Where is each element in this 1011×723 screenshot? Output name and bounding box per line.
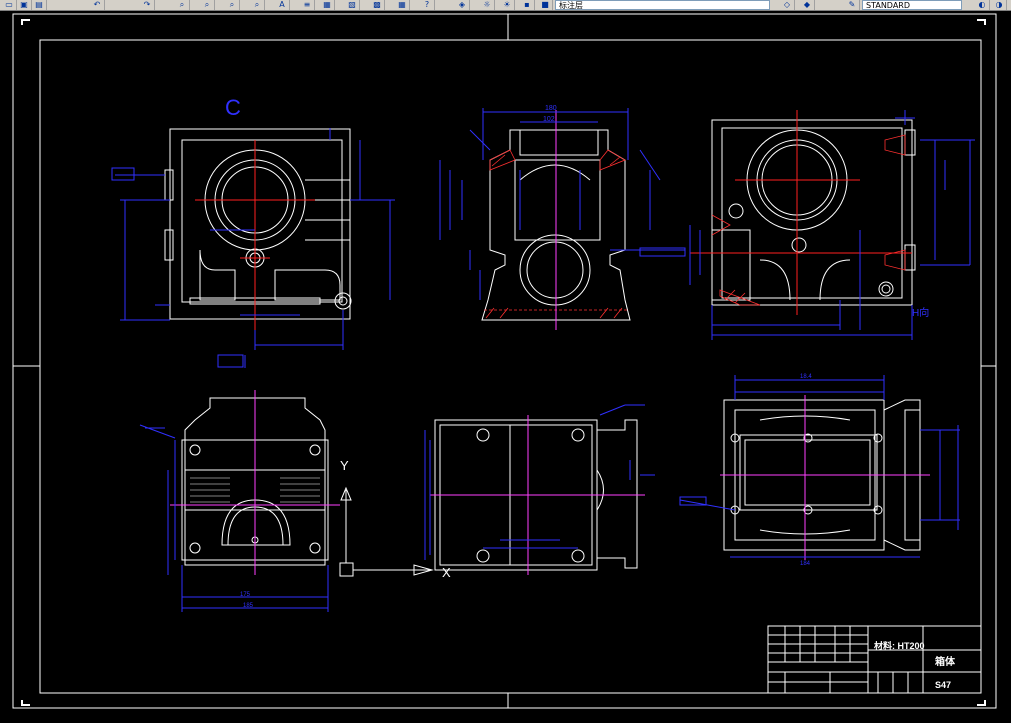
layer-dropdown[interactable]: 标注层 — [555, 0, 770, 10]
side-view: H向 — [689, 110, 975, 340]
layer-state-icon[interactable]: ◈ — [455, 0, 470, 10]
front-view: C — [111, 95, 395, 368]
zoom-prev-icon[interactable]: ⌕ — [250, 0, 265, 10]
make-current-icon[interactable]: ◇ — [780, 0, 795, 10]
dim-base-width: 185 — [243, 603, 254, 609]
dim-top-width: 180 — [545, 105, 557, 112]
text-style-dropdown-icon[interactable]: ✎ — [845, 0, 860, 10]
text-style-icon[interactable]: A — [275, 0, 290, 10]
dim-base-inner: 175 — [240, 592, 251, 598]
table-icon[interactable]: ▩ — [370, 0, 385, 10]
bulb-icon[interactable]: ☼ — [480, 0, 495, 10]
grid-icon[interactable]: ▦ — [395, 0, 410, 10]
top-toolbar: ▭ ▣ ▤ ↶ ↷ ⌕ ⌕ ⌕ ⌕ A ≡ ▦ ▧ ▩ ▦ ? ◈ ☼ ☀ ▪ … — [0, 0, 1011, 11]
dim-top-inner: 102 — [543, 116, 555, 123]
layer-icon[interactable]: ≡ — [300, 0, 315, 10]
style-dropdown[interactable]: STANDARD — [862, 0, 962, 10]
redo-icon[interactable]: ↷ — [140, 0, 155, 10]
sun-icon[interactable]: ☀ — [500, 0, 515, 10]
zoom-window-icon[interactable]: ⌕ — [225, 0, 240, 10]
layer-prev-icon[interactable]: ◆ — [800, 0, 815, 10]
ucs-y-label: Y — [340, 458, 349, 473]
print-icon[interactable]: ▤ — [32, 0, 47, 10]
plot-style-icon[interactable]: ◑ — [992, 0, 1007, 10]
section-view: 180 102 — [439, 105, 686, 330]
help-icon[interactable]: ? — [420, 0, 435, 10]
properties-icon[interactable]: ▦ — [320, 0, 335, 10]
view-label-h: H向 — [912, 306, 929, 319]
style-icon[interactable]: ▧ — [345, 0, 360, 10]
ucs-icon: Y X — [339, 458, 451, 580]
dim-style-icon[interactable]: ◐ — [975, 0, 990, 10]
drawing-canvas[interactable]: C 180 102 H向 175 185 Y X 18.4 184 材料: HT… — [0, 11, 1011, 719]
dim-plan-width: 18.4 — [800, 374, 812, 380]
zoom-in-icon[interactable]: ⌕ — [175, 0, 190, 10]
color-icon[interactable]: ■ — [538, 0, 553, 10]
material-label: 材料: HT200 — [873, 640, 925, 651]
view-label-c: C — [225, 95, 241, 120]
lock-icon[interactable]: ▪ — [520, 0, 535, 10]
dim-plan-bottom: 184 — [800, 561, 811, 567]
right-plan-view: 18.4 184 — [679, 374, 960, 567]
sheet-frame — [12, 13, 997, 709]
ucs-x-label: X — [442, 565, 451, 580]
zoom-out-icon[interactable]: ⌕ — [200, 0, 215, 10]
plan-view — [424, 404, 655, 575]
open-icon[interactable]: ▭ — [2, 0, 17, 10]
top-view: 175 185 — [139, 390, 340, 612]
save-icon[interactable]: ▣ — [17, 0, 32, 10]
undo-icon[interactable]: ↶ — [90, 0, 105, 10]
drawing-svg: C 180 102 H向 175 185 Y X 18.4 184 材料: HT… — [12, 13, 997, 709]
part-code: S47 — [935, 680, 951, 690]
part-name: 箱体 — [935, 655, 956, 668]
